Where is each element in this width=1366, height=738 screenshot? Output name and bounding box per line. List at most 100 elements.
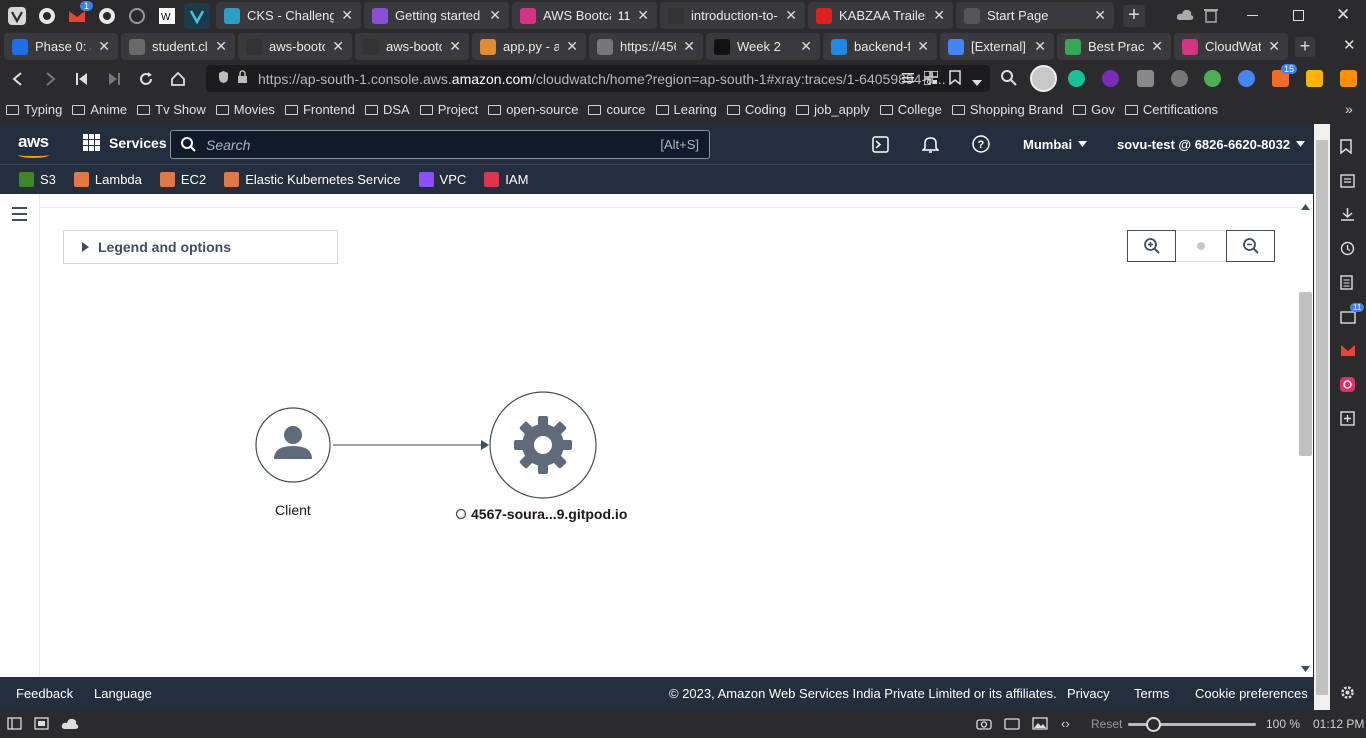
page-scrollbar-thumb[interactable] xyxy=(1316,140,1328,695)
window-restore-button[interactable] xyxy=(1293,10,1304,21)
aws-logo[interactable]: aws xyxy=(18,132,49,152)
new-tab-button[interactable]: + xyxy=(1123,4,1145,27)
browser-tab[interactable]: CloudWatch ✕ xyxy=(1174,33,1288,60)
scroll-down-arrow[interactable] xyxy=(1301,660,1310,675)
tab-close-icon[interactable]: ✕ xyxy=(332,38,344,55)
feedback-link[interactable]: Feedback xyxy=(16,686,73,701)
tab-close-icon[interactable]: ✕ xyxy=(917,38,929,55)
content-scrollbar[interactable] xyxy=(1298,194,1313,677)
scroll-up-arrow[interactable] xyxy=(1301,198,1310,213)
url-field[interactable]: https://ap-south-1.console.aws. amazon.co… xyxy=(206,65,990,92)
cookie-preferences-link[interactable]: Cookie preferences xyxy=(1195,686,1308,701)
code-icon[interactable]: ‹› xyxy=(1061,716,1070,731)
pinned-tab-gmail-icon[interactable]: 1 xyxy=(64,0,93,29)
bookmark-folder[interactable]: DSA xyxy=(364,102,410,117)
favorite-service-link[interactable]: IAM xyxy=(484,172,528,187)
extension-cloud-icon[interactable] xyxy=(1171,70,1188,87)
favorite-service-link[interactable]: S3 xyxy=(19,172,56,187)
profile-avatar[interactable] xyxy=(1030,65,1057,92)
edge-arrow[interactable] xyxy=(333,440,489,450)
tab-close-icon[interactable]: ✕ xyxy=(1268,38,1280,55)
browser-tab[interactable]: Phase 0: Sta ✕ xyxy=(4,33,118,60)
tab-close-icon[interactable]: ✕ xyxy=(489,7,501,24)
extension-multi-icon[interactable] xyxy=(1306,70,1323,87)
tab-close-icon[interactable]: ✕ xyxy=(637,7,649,24)
bookmark-folder[interactable]: Shopping Brand xyxy=(951,102,1063,117)
instagram-panel-icon[interactable] xyxy=(1340,377,1356,393)
search-icon[interactable] xyxy=(1001,70,1017,89)
reader-icon[interactable] xyxy=(902,71,914,87)
cloudshell-icon[interactable] xyxy=(872,136,889,156)
tab-close-icon[interactable]: ✕ xyxy=(933,7,945,24)
favorite-service-link[interactable]: Elastic Kubernetes Service xyxy=(224,172,401,187)
favorite-service-link[interactable]: EC2 xyxy=(159,172,206,187)
cloud-sync-icon[interactable] xyxy=(1176,8,1194,25)
browser-tab[interactable]: [External] Fl ✕ xyxy=(940,33,1054,60)
window-close-button[interactable]: ✕ xyxy=(1336,5,1350,25)
tiling-icon[interactable] xyxy=(34,717,49,733)
zoom-slider[interactable] xyxy=(1128,717,1256,732)
browser-tab[interactable]: backend-fla ✕ xyxy=(823,33,937,60)
reload-icon[interactable] xyxy=(130,65,162,93)
tab-close-icon[interactable]: ✕ xyxy=(449,38,461,55)
bookmarks-panel-icon[interactable] xyxy=(1340,139,1356,155)
bookmark-folder[interactable]: Typing xyxy=(6,102,62,117)
camera-icon[interactable] xyxy=(976,717,992,733)
pinned-tab-globe-icon[interactable] xyxy=(124,3,150,29)
tab-close-icon[interactable]: ✕ xyxy=(566,38,578,55)
gmail-panel-icon[interactable] xyxy=(1340,344,1356,360)
bookmark-folder[interactable]: open-source xyxy=(488,102,578,117)
reading-list-icon[interactable] xyxy=(1340,174,1356,190)
tab-close-icon[interactable]: ✕ xyxy=(1094,7,1106,24)
bookmark-folder[interactable]: Learing xyxy=(655,102,717,117)
zoom-reset-button[interactable]: Reset xyxy=(1091,717,1122,731)
tab-close-icon[interactable]: ✕ xyxy=(215,38,227,55)
browser-tab[interactable]: Getting started w ✕ xyxy=(364,2,509,29)
back-button[interactable] xyxy=(2,65,34,93)
history-icon[interactable] xyxy=(1340,241,1356,257)
settings-gear-icon[interactable] xyxy=(1340,685,1356,701)
tab-close-x-right[interactable]: ✕ xyxy=(1343,36,1356,54)
service-node-label[interactable]: 4567-soura...9.gitpod.io xyxy=(471,506,627,522)
zoom-slider-handle[interactable] xyxy=(1146,717,1161,732)
hamburger-menu-icon[interactable] xyxy=(12,207,27,225)
language-link[interactable]: Language xyxy=(94,686,152,701)
window-panel-icon[interactable] xyxy=(1340,310,1356,326)
extension-orange-icon[interactable] xyxy=(1340,70,1357,87)
service-node[interactable] xyxy=(489,391,597,499)
browser-tab[interactable]: aws-bootca ✕ xyxy=(238,33,352,60)
pinned-tab-github-icon[interactable] xyxy=(34,3,60,29)
client-node[interactable] xyxy=(255,407,331,483)
panel-toggle-icon[interactable] xyxy=(7,717,22,733)
notes-icon[interactable] xyxy=(1340,275,1356,291)
aws-search-input[interactable]: Search [Alt+S] xyxy=(170,130,710,159)
bookmark-folder[interactable]: Movies xyxy=(215,102,275,117)
extension-purple-icon[interactable] xyxy=(1102,70,1119,87)
favorite-service-link[interactable]: Lambda xyxy=(73,172,142,187)
image-icon[interactable] xyxy=(1032,717,1048,733)
sync-cloud-icon[interactable] xyxy=(61,718,79,733)
privacy-link[interactable]: Privacy xyxy=(1067,686,1110,701)
browser-tab[interactable]: Week 2 ✕ xyxy=(706,33,820,60)
bookmark-folder[interactable]: Gov xyxy=(1073,102,1115,117)
help-icon[interactable]: ? xyxy=(972,135,990,156)
browser-tab[interactable]: https://456 ✕ xyxy=(589,33,703,60)
bookmark-folder[interactable]: Certifications xyxy=(1124,102,1218,117)
bookmarks-more-icon[interactable]: » xyxy=(1345,101,1353,117)
browser-tab[interactable]: AWS Bootca 11 ✕ xyxy=(512,2,657,29)
browser-tab[interactable]: student.clo ✕ xyxy=(121,33,235,60)
forward-button[interactable] xyxy=(34,65,66,93)
bookmark-folder[interactable]: job_apply xyxy=(796,102,870,117)
tab-close-icon[interactable]: ✕ xyxy=(341,7,353,24)
bookmark-folder[interactable]: Anime xyxy=(72,102,127,117)
favorite-service-link[interactable]: VPC xyxy=(418,172,466,187)
scrollbar-thumb[interactable] xyxy=(1299,292,1312,456)
pinned-tab-w-icon[interactable]: W xyxy=(154,3,180,29)
add-panel-icon[interactable] xyxy=(1340,411,1356,427)
tab-close-icon[interactable]: ✕ xyxy=(1034,38,1046,55)
browser-tab[interactable]: CKS - Challenges ✕ xyxy=(216,2,361,29)
bookmark-folder[interactable]: Frontend xyxy=(284,102,355,117)
tab-close-icon[interactable]: ✕ xyxy=(800,38,812,55)
bookmark-folder[interactable]: College xyxy=(879,102,942,117)
notifications-bell-icon[interactable] xyxy=(921,135,940,156)
